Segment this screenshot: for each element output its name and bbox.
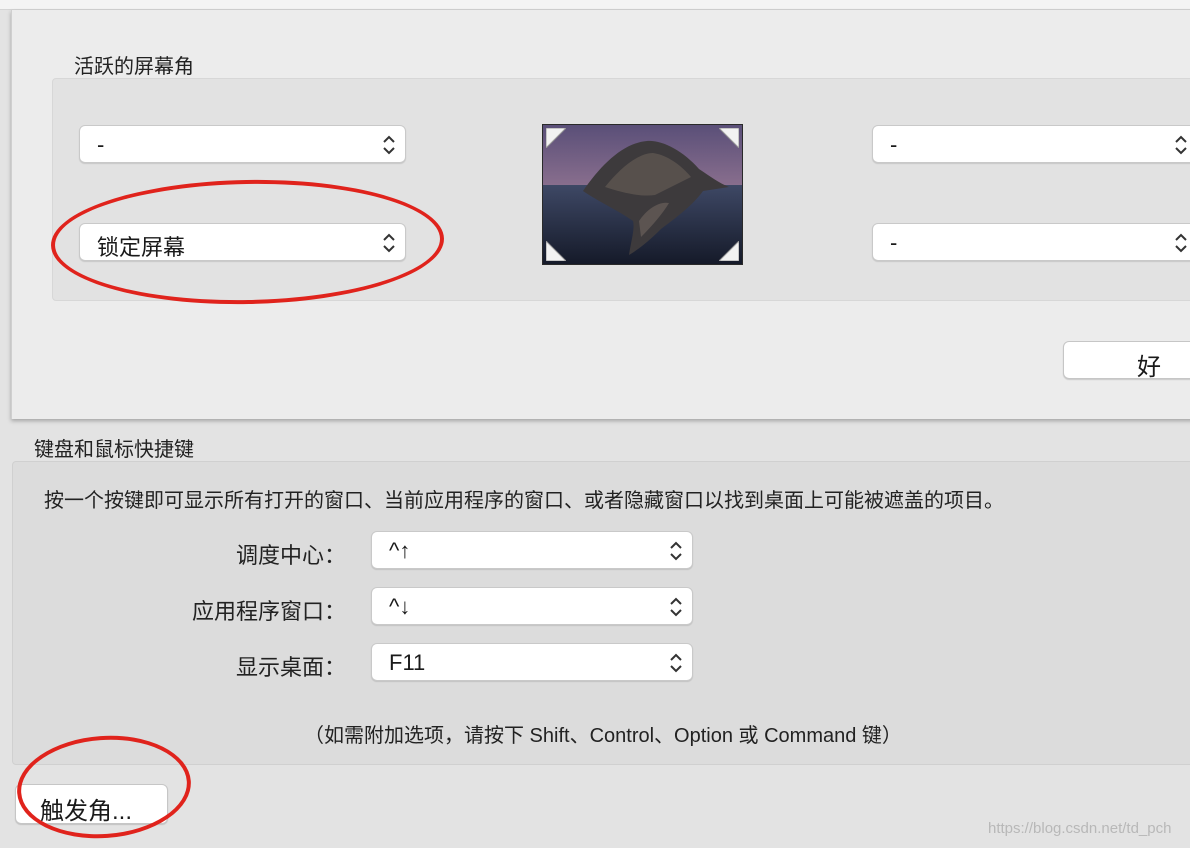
show-desktop-popup[interactable]: F11	[371, 643, 693, 681]
bottom-left-corner-value: 锁定屏幕	[97, 235, 186, 260]
mission-control-label: 调度中心：	[235, 543, 346, 568]
bottom-left-corner-popup[interactable]: 锁定屏幕	[79, 223, 406, 261]
top-left-corner-popup[interactable]: -	[79, 125, 406, 163]
bottom-right-corner-icon	[719, 241, 739, 261]
hot-corners-title: 活跃的屏幕角	[74, 56, 194, 78]
chevron-updown-icon	[1175, 233, 1187, 253]
ok-button-label: 好	[1137, 354, 1161, 381]
chevron-updown-icon	[670, 541, 682, 561]
modifier-keys-hint: （如需附加选项，请按下 Shift、Control、Option 或 Comma…	[304, 725, 902, 747]
keyboard-shortcuts-title: 键盘和鼠标快捷键	[34, 439, 194, 461]
bottom-left-corner-icon	[546, 241, 566, 261]
top-left-corner-icon	[546, 128, 566, 148]
system-preferences-window: 活跃的屏幕角 - 锁定屏幕 - - 好 键盘和鼠标快捷键 按一个按键即可显示所有…	[0, 0, 1190, 848]
ok-button[interactable]: 好	[1063, 341, 1190, 381]
chevron-updown-icon	[383, 233, 395, 253]
mission-control-value: ^↑	[389, 538, 411, 563]
chevron-updown-icon	[1175, 135, 1187, 155]
keyboard-shortcuts-description: 按一个按键即可显示所有打开的窗口、当前应用程序的窗口、或者隐藏窗口以找到桌面上可…	[44, 490, 1004, 512]
chevron-updown-icon	[670, 597, 682, 617]
show-desktop-label: 显示桌面：	[235, 655, 346, 680]
chevron-updown-icon	[670, 653, 682, 673]
catalina-wallpaper	[543, 125, 742, 264]
bottom-right-corner-value: -	[890, 230, 898, 255]
watermark: https://blog.csdn.net/td_pch	[988, 820, 1172, 837]
application-windows-label: 应用程序窗口：	[191, 599, 346, 624]
window-top-edge	[0, 0, 1190, 10]
mission-control-popup[interactable]: ^↑	[371, 531, 693, 569]
bottom-right-corner-popup[interactable]: -	[872, 223, 1190, 261]
top-right-corner-icon	[719, 128, 739, 148]
top-right-corner-value: -	[890, 132, 898, 157]
application-windows-value: ^↓	[389, 594, 411, 619]
hot-corners-button[interactable]: 触发角...	[15, 784, 168, 825]
top-right-corner-popup[interactable]: -	[872, 125, 1190, 163]
chevron-updown-icon	[383, 135, 395, 155]
application-windows-popup[interactable]: ^↓	[371, 587, 693, 625]
top-left-corner-value: -	[97, 132, 105, 157]
screen-preview-image	[542, 124, 743, 265]
hot-corners-button-label: 触发角...	[40, 798, 133, 825]
show-desktop-value: F11	[389, 650, 426, 675]
